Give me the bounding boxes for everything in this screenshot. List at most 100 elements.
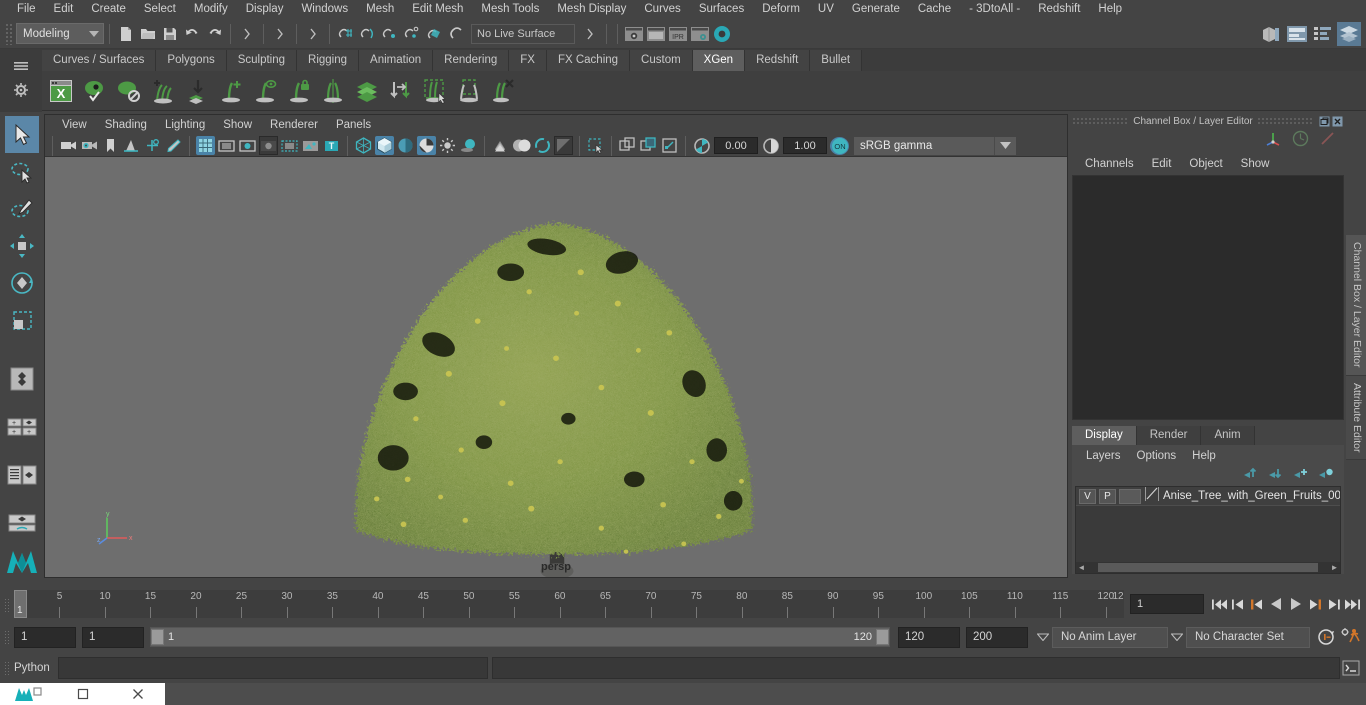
list-item[interactable]: V P Anise_Tree_with_Green_Fruits_001_la (1076, 487, 1340, 506)
scale-tool[interactable] (5, 301, 39, 338)
screen-space-ao-icon[interactable] (554, 136, 573, 155)
shelf-tab-bullet[interactable]: Bullet (810, 50, 863, 71)
xray-joints-icon[interactable]: T (322, 136, 341, 155)
menu-curves[interactable]: Curves (635, 0, 689, 19)
redo-icon[interactable] (203, 23, 225, 45)
rotate-tool[interactable] (5, 264, 39, 301)
gamma-dial-icon[interactable] (761, 136, 780, 155)
xray-joints-display-icon[interactable] (639, 136, 658, 155)
character-set-chevron-down-icon[interactable] (1168, 627, 1186, 647)
menu-set-selector[interactable]: Modeling (16, 23, 104, 44)
viewport-menu-show[interactable]: Show (214, 119, 261, 131)
exposure-dial-icon[interactable] (692, 136, 711, 155)
open-scene-icon[interactable] (137, 23, 159, 45)
go-to-start-icon[interactable] (1210, 593, 1229, 615)
layer-visibility-toggle[interactable]: V (1079, 488, 1096, 504)
shelf-tab-polygons[interactable]: Polygons (156, 50, 227, 71)
shelf-options-gear-icon[interactable] (13, 82, 29, 103)
menu-cache[interactable]: Cache (909, 0, 960, 19)
xgen-preview-disable-icon[interactable] (113, 75, 145, 107)
render-settings-icon[interactable] (689, 23, 711, 45)
range-start-field[interactable]: 1 (82, 626, 144, 648)
animation-preferences-icon[interactable] (1338, 626, 1362, 648)
render-current-frame-icon[interactable] (623, 23, 645, 45)
snap-to-grid-icon[interactable] (335, 23, 357, 45)
xray-icon[interactable] (618, 136, 637, 155)
film-gate-icon[interactable] (217, 136, 236, 155)
grid-icon[interactable] (196, 136, 215, 155)
script-editor-icon[interactable] (1340, 657, 1362, 679)
menu-create[interactable]: Create (82, 0, 135, 19)
menu-edit[interactable]: Edit (45, 0, 83, 19)
select-camera-icon[interactable] (59, 136, 78, 155)
restore-icon[interactable] (1318, 116, 1331, 128)
color-management-icon[interactable]: ON (830, 136, 849, 155)
redo-render-icon[interactable] (645, 23, 667, 45)
step-forward-keyframe-icon[interactable] (1324, 593, 1343, 615)
command-input[interactable] (58, 657, 488, 679)
select-by-component-icon[interactable] (302, 23, 324, 45)
textured-icon[interactable] (417, 136, 436, 155)
menu-display[interactable]: Display (237, 0, 293, 19)
scroll-right-icon[interactable]: ► (1329, 563, 1340, 572)
menu-windows[interactable]: Windows (292, 0, 357, 19)
grease-pencil-icon[interactable] (164, 136, 183, 155)
channel-menu-channels[interactable]: Channels (1076, 158, 1143, 170)
paint-select-tool[interactable] (5, 190, 39, 227)
select-by-hierarchy-icon[interactable] (236, 23, 258, 45)
snap-to-point-icon[interactable] (379, 23, 401, 45)
layout-single-view[interactable]: + + + (5, 408, 39, 445)
viewport-menu-shading[interactable]: Shading (96, 119, 156, 131)
new-scene-icon[interactable] (115, 23, 137, 45)
shelf-tab-fx-caching[interactable]: FX Caching (546, 50, 631, 71)
hypershade-icon[interactable] (711, 23, 733, 45)
viewport-menu-renderer[interactable]: Renderer (261, 119, 327, 131)
xgen-guide-visibility-icon[interactable] (249, 75, 281, 107)
shelf-tab-rendering[interactable]: Rendering (433, 50, 510, 71)
step-forward-frame-icon[interactable] (1305, 593, 1324, 615)
xgen-mirror-guide-icon[interactable] (317, 75, 349, 107)
close-window-icon[interactable] (110, 683, 165, 705)
range-start-handle[interactable] (151, 629, 164, 645)
menu-surfaces[interactable]: Surfaces (690, 0, 753, 19)
step-back-keyframe-icon[interactable] (1229, 593, 1248, 615)
xgen-convert-primitives-icon[interactable] (385, 75, 417, 107)
app-icon[interactable] (0, 683, 55, 705)
layer-playback-toggle[interactable]: P (1099, 488, 1116, 504)
close-icon[interactable] (1331, 116, 1344, 128)
clock-gizmo-icon[interactable] (1292, 130, 1309, 152)
film-origin-icon[interactable] (280, 136, 299, 155)
shelf-tab-sculpting[interactable]: Sculpting (226, 50, 298, 71)
create-empty-layer-icon[interactable] (1293, 467, 1309, 485)
shelf-tab-fx[interactable]: FX (509, 50, 547, 71)
menu-modify[interactable]: Modify (185, 0, 237, 19)
time-slider-grip[interactable] (4, 598, 10, 612)
vertical-tab-attribute-editor[interactable]: Attribute Editor (1346, 375, 1366, 460)
make-live-icon[interactable] (445, 23, 467, 45)
move-layer-up-icon[interactable] (1243, 467, 1259, 485)
xgen-region-select-icon[interactable] (419, 75, 451, 107)
viewport-menu-lighting[interactable]: Lighting (156, 119, 214, 131)
live-surface-field[interactable]: No Live Surface (471, 23, 575, 44)
viewport-menu-view[interactable]: View (53, 119, 96, 131)
toggle-modeling-toolkit-icon[interactable] (1259, 22, 1283, 46)
color-mode-chevron-down-icon[interactable] (994, 136, 1016, 155)
exposure-icon[interactable] (301, 136, 320, 155)
two-d-pan-zoom-icon[interactable] (143, 136, 162, 155)
go-to-end-icon[interactable] (1343, 593, 1362, 615)
menu-file[interactable]: File (8, 0, 45, 19)
move-tool[interactable] (5, 227, 39, 264)
ao-icon[interactable] (491, 136, 510, 155)
layer-menu-help[interactable]: Help (1184, 450, 1224, 462)
current-time-indicator[interactable]: 1 (14, 590, 27, 618)
panel-grip-left[interactable] (1072, 117, 1130, 126)
create-layer-from-selected-icon[interactable] (1318, 467, 1334, 485)
layer-tab-anim[interactable]: Anim (1201, 426, 1255, 445)
range-slider-grip[interactable] (4, 630, 10, 644)
axis-gizmo-icon[interactable] (1265, 130, 1282, 152)
select-by-hierarchy-right-icon[interactable] (579, 23, 601, 45)
layout-persp-outliner[interactable] (5, 456, 39, 493)
camera-attributes-icon[interactable] (80, 136, 99, 155)
slash-gizmo-icon[interactable] (1319, 130, 1336, 152)
step-back-frame-icon[interactable] (1248, 593, 1267, 615)
